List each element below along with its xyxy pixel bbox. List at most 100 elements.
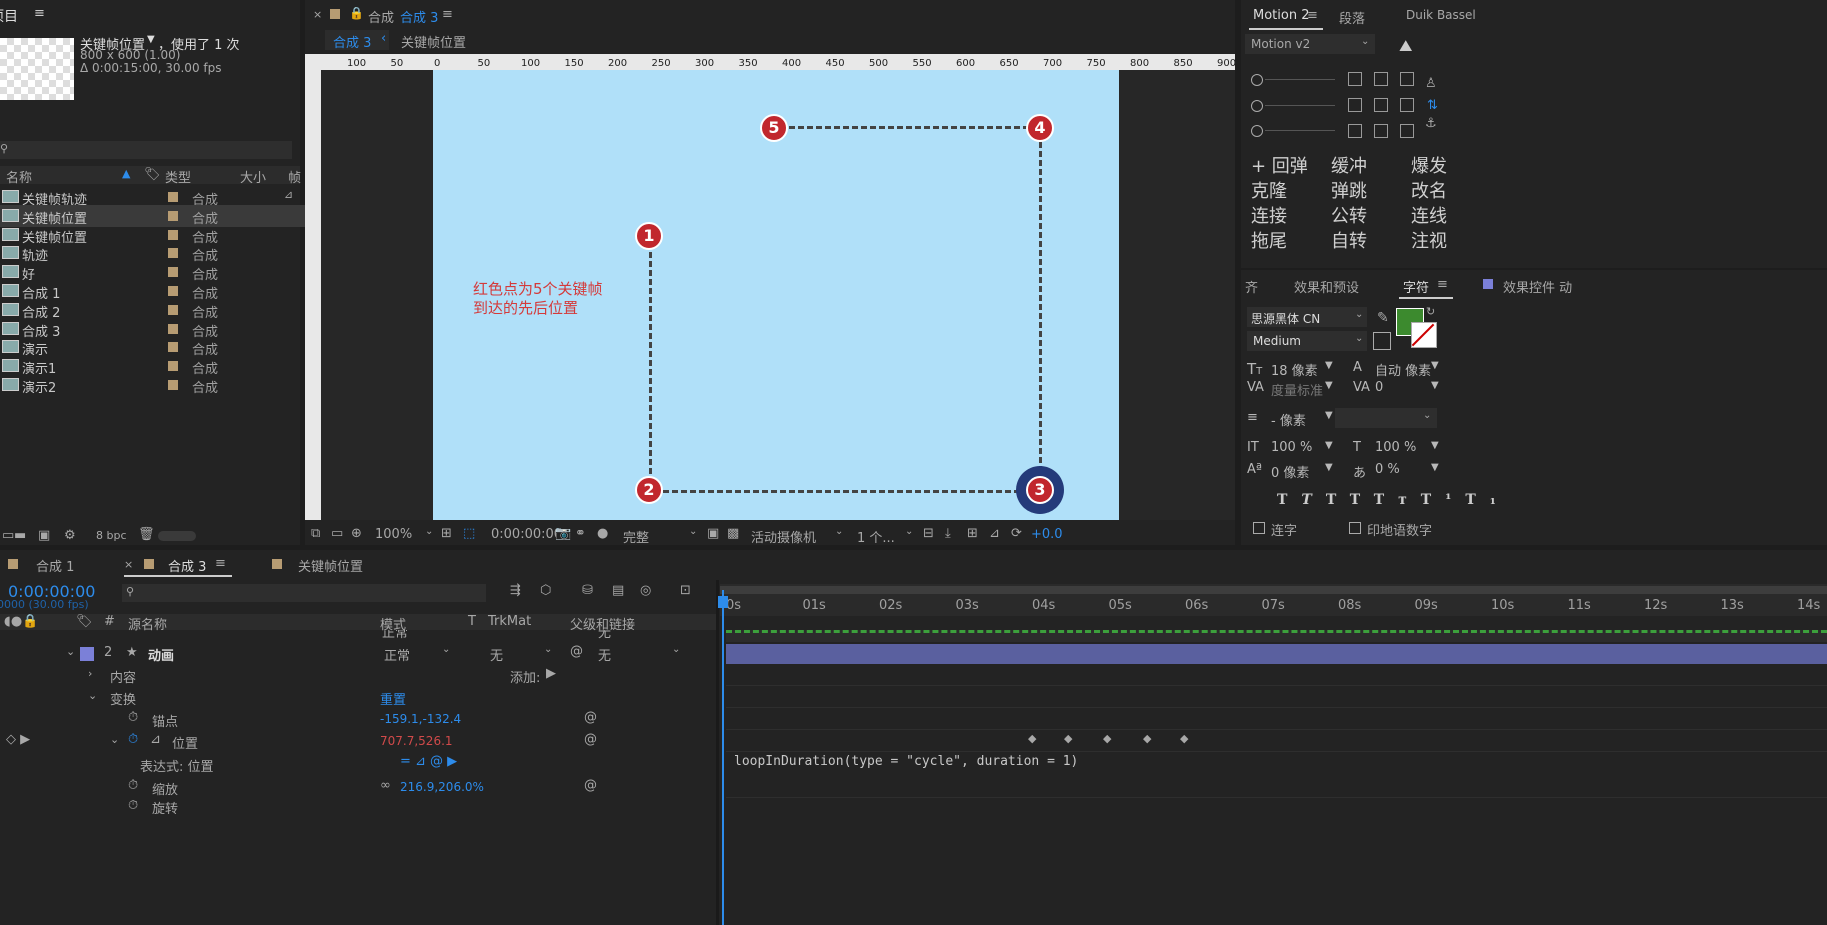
hindi-checkbox[interactable]: [1349, 522, 1361, 534]
pickwhip-icon[interactable]: @: [584, 778, 597, 793]
region-icon[interactable]: ⬚: [463, 526, 475, 541]
chevron-down-icon[interactable]: ▼: [1431, 462, 1439, 473]
keyframe-diamond[interactable]: ◆: [1064, 732, 1072, 745]
motion-button[interactable]: 改名: [1411, 177, 1447, 203]
flowchart-icon[interactable]: ⊿: [989, 526, 1000, 541]
project-item[interactable]: 演示2 合成: [0, 374, 330, 396]
exposure-value[interactable]: +0.0: [1031, 527, 1063, 542]
layer-row[interactable]: ⌄ 2 ★ 动画 正常 ⌄ 无 ⌄ @ 无 ⌄: [0, 644, 716, 664]
transparency-icon[interactable]: ▩: [727, 526, 739, 541]
col-fr[interactable]: 帧: [288, 167, 301, 186]
close-icon[interactable]: ×: [124, 558, 133, 571]
stopwatch-icon[interactable]: ⏱: [128, 710, 138, 725]
composition-icon[interactable]: ⇶: [510, 583, 521, 598]
views-select[interactable]: 1 个...: [857, 527, 895, 546]
tab-align[interactable]: 齐: [1245, 277, 1258, 296]
chevron-down-icon[interactable]: ⌄: [689, 526, 697, 537]
chevron-down-icon[interactable]: ▼: [1431, 360, 1439, 371]
breadcrumb-item[interactable]: 合成 3: [333, 32, 371, 51]
new-comp-icon[interactable]: ▣: [38, 528, 50, 543]
pickwhip-icon[interactable]: @: [570, 644, 583, 659]
layer-row[interactable]: 正常 无: [0, 630, 716, 642]
close-icon[interactable]: ×: [313, 8, 322, 21]
motion-button[interactable]: 克隆: [1251, 177, 1287, 203]
menu-icon[interactable]: ≡: [34, 6, 45, 21]
exposure-reset-icon[interactable]: ⟳: [1011, 526, 1022, 541]
reset-link[interactable]: 重置: [380, 689, 406, 708]
stroke-width-value[interactable]: - 像素: [1271, 410, 1306, 429]
tsume-value[interactable]: 0 %: [1375, 462, 1400, 477]
motion-button[interactable]: 自转: [1331, 227, 1367, 253]
chevron-down-icon[interactable]: ⌄: [442, 644, 450, 655]
eyedropper-icon[interactable]: ✎: [1377, 310, 1389, 326]
monitor-icon[interactable]: ▭: [331, 526, 343, 541]
expand-icon[interactable]: ⌄: [88, 689, 97, 702]
label-swatch[interactable]: [168, 286, 178, 296]
expression-icons[interactable]: = ⊿ @ ▶: [400, 754, 457, 769]
timeline-icon[interactable]: ⊞: [967, 526, 978, 541]
search-input[interactable]: ⚲: [0, 141, 292, 159]
position-value[interactable]: 707.7,526.1: [380, 734, 453, 748]
slider[interactable]: [1251, 125, 1335, 137]
horizontal-scale-value[interactable]: 100 %: [1375, 440, 1416, 455]
camera-icon[interactable]: 📷: [555, 526, 571, 541]
draft3d-icon[interactable]: ⬡: [540, 583, 551, 598]
chevron-down-icon[interactable]: ▼: [1325, 462, 1333, 473]
kerning-value[interactable]: 度量标准: [1271, 380, 1323, 399]
add-icon[interactable]: ▶: [546, 666, 556, 681]
subscript-button[interactable]: T₁: [1465, 492, 1510, 508]
swap-icon[interactable]: ↻: [1426, 305, 1435, 318]
italic-button[interactable]: T: [1301, 492, 1325, 508]
comp-tab-name[interactable]: 合成 3: [400, 7, 438, 26]
link-icon[interactable]: ⇅: [1427, 98, 1438, 113]
label-swatch[interactable]: [168, 380, 178, 390]
motion-version-select[interactable]: Motion v2 ⌄: [1245, 34, 1375, 54]
label-icon[interactable]: 🏷: [144, 167, 161, 182]
style-select[interactable]: Medium ⌄: [1247, 331, 1367, 351]
vertical-scale-value[interactable]: 100 %: [1271, 440, 1312, 455]
layer-mode[interactable]: 正常: [382, 630, 408, 641]
fit-icon[interactable]: ⊞: [441, 526, 452, 541]
export-icon[interactable]: ⤓: [945, 526, 951, 541]
motion-button[interactable]: 连线: [1411, 202, 1447, 228]
comp-canvas[interactable]: 1 2 3 4 5 红色点为5个关键帧 到达的先后位置: [433, 70, 1119, 520]
pickwhip-icon[interactable]: @: [584, 710, 597, 725]
chevron-down-icon[interactable]: ⌄: [544, 644, 552, 655]
keyframe-diamond[interactable]: ◆: [1180, 732, 1188, 745]
folder-icon[interactable]: ▬: [14, 528, 26, 543]
tab-char[interactable]: 字符: [1403, 277, 1429, 296]
stopwatch-icon[interactable]: ⏱: [128, 800, 138, 813]
tab-duik[interactable]: Duik Bassel: [1406, 8, 1476, 22]
chevron-down-icon[interactable]: ▼: [147, 34, 155, 45]
interpret-icon[interactable]: ▭: [2, 528, 14, 543]
playhead-handle[interactable]: [718, 596, 728, 608]
motion-button[interactable]: 公转: [1331, 202, 1367, 228]
superscript-button[interactable]: T¹: [1421, 492, 1466, 508]
quality-select[interactable]: 完整: [623, 527, 649, 546]
work-area-bar[interactable]: [720, 586, 1827, 594]
chevron-down-icon[interactable]: ⌄: [672, 644, 680, 655]
time-ruler[interactable]: 0s 01s 02s 03s 04s 05s 06s 07s 08s 09s 10s 11s 12s 13…: [720, 584, 1827, 616]
chevron-down-icon[interactable]: ⌄: [835, 526, 843, 537]
mask-icon[interactable]: ⊕: [351, 526, 362, 541]
anchor-icon[interactable]: ⚓: [1425, 116, 1437, 131]
menu-icon[interactable]: ≡: [1437, 277, 1448, 292]
snapshot-icon[interactable]: ⧉: [311, 526, 320, 541]
mountain-icon[interactable]: ⛰: [1399, 36, 1412, 56]
chevron-down-icon[interactable]: ▼: [1325, 380, 1333, 391]
anchor-value[interactable]: -159.1,-132.4: [380, 712, 461, 726]
layer-parent[interactable]: 无: [598, 630, 611, 641]
motion-button[interactable]: 注视: [1411, 227, 1447, 253]
slider[interactable]: [1251, 74, 1335, 86]
chevron-down-icon[interactable]: ⌄: [905, 526, 913, 537]
lock-icon[interactable]: 🔒: [349, 6, 364, 20]
label-swatch[interactable]: [168, 210, 178, 221]
chevron-down-icon[interactable]: ▼: [1325, 440, 1333, 451]
col-type[interactable]: 类型: [165, 167, 191, 186]
graph-editor-icon[interactable]: ⊡: [680, 583, 691, 598]
col-t[interactable]: T: [468, 614, 476, 629]
breadcrumb-item[interactable]: 关键帧位置: [401, 32, 466, 51]
zoom-select[interactable]: 100%: [375, 527, 412, 542]
menu-icon[interactable]: ≡: [442, 7, 453, 22]
motion-button[interactable]: + 回弹: [1251, 152, 1308, 178]
